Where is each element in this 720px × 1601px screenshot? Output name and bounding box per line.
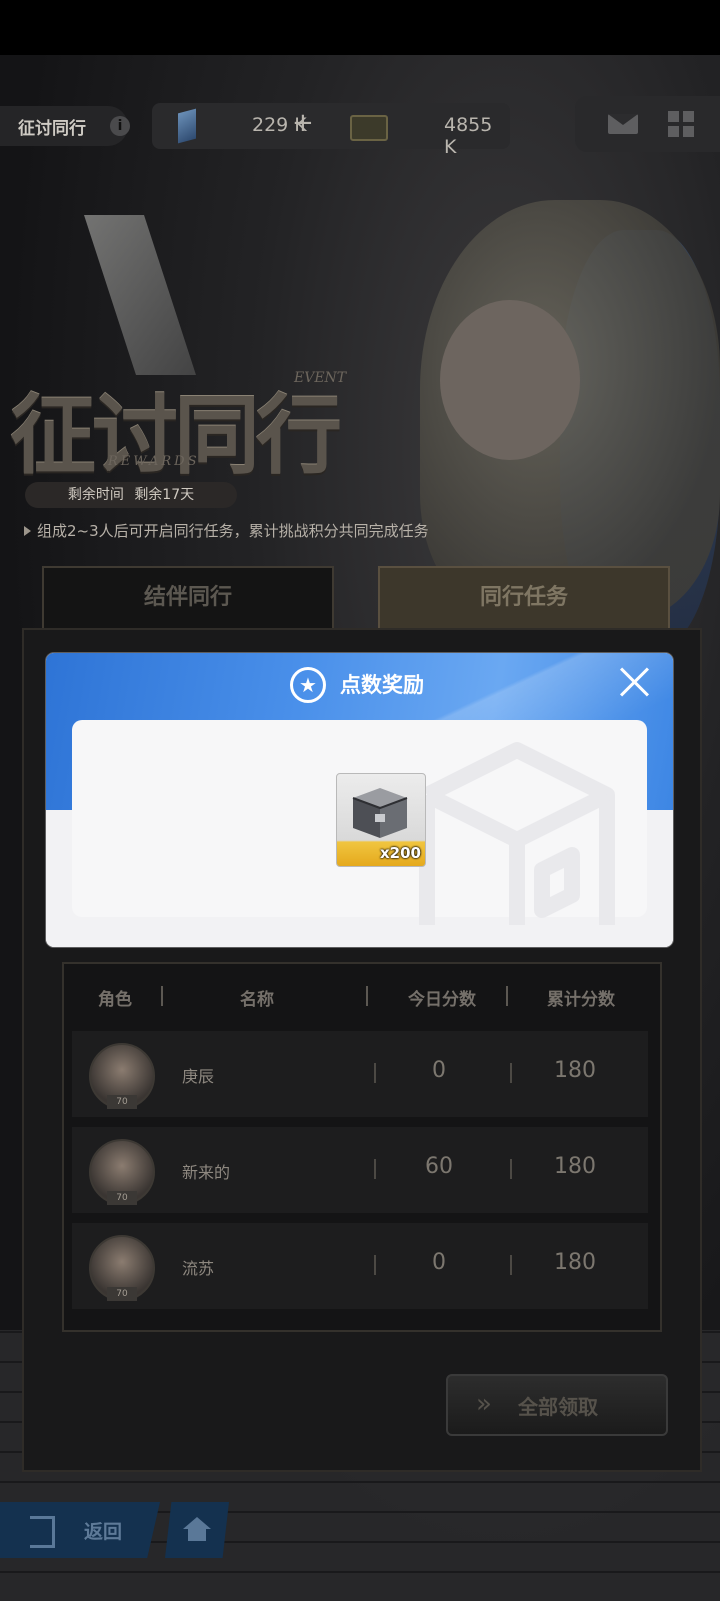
crate-icon bbox=[352, 788, 408, 838]
star-icon: ★ bbox=[290, 667, 326, 703]
points-reward-dialog: ★ 点数奖励 x200 bbox=[46, 653, 673, 947]
reward-card: x200 bbox=[72, 720, 647, 925]
dialog-title: 点数奖励 bbox=[340, 673, 424, 697]
cube-watermark-icon bbox=[419, 742, 615, 925]
reward-item-tile[interactable]: x200 bbox=[336, 773, 426, 867]
reward-quantity: x200 bbox=[380, 844, 421, 862]
close-icon[interactable] bbox=[616, 663, 652, 699]
